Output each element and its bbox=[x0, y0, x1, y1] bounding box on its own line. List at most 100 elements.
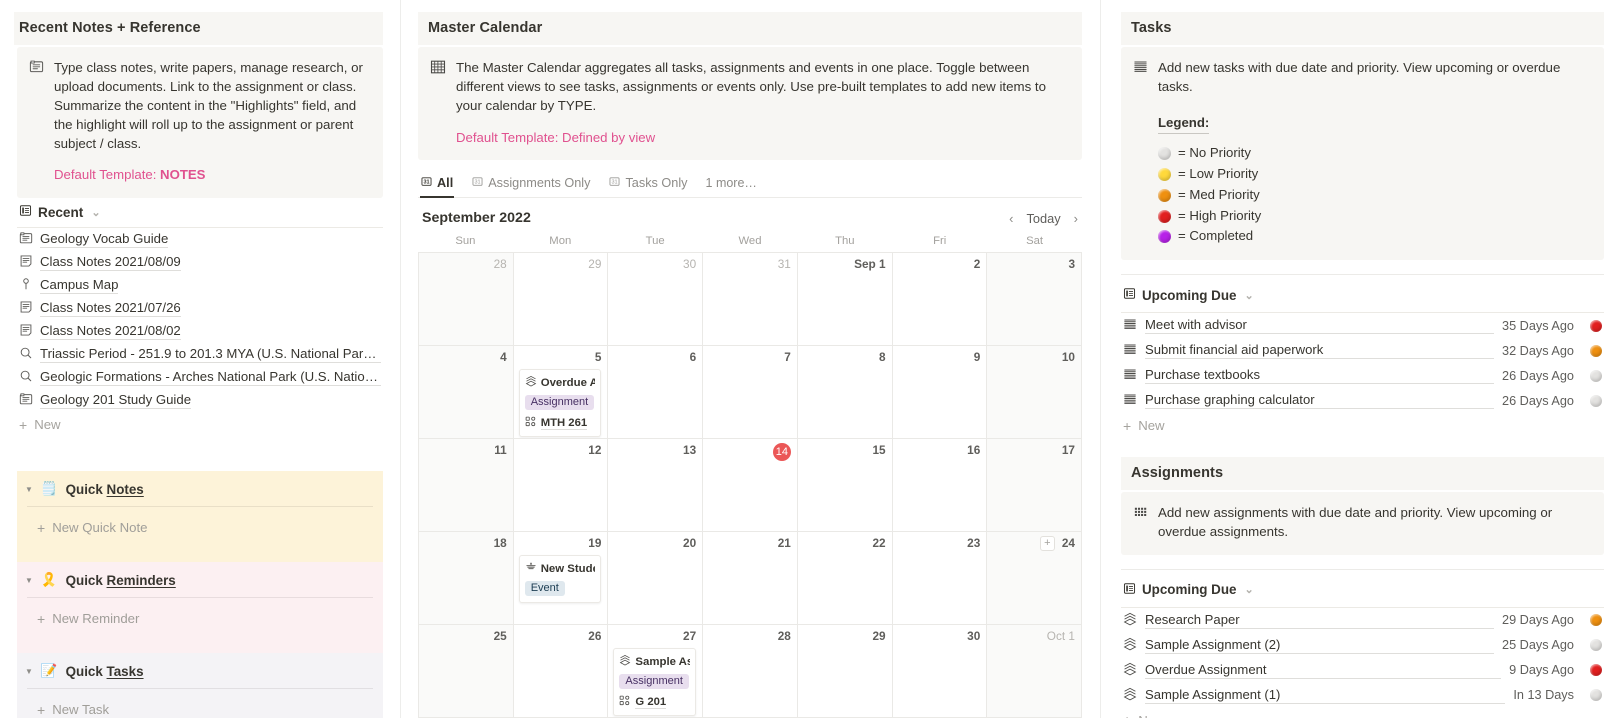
calendar-day-cell[interactable]: 30 bbox=[608, 253, 704, 347]
calendar-day-cell[interactable]: 5 Overdue As… Assignment MTH 261 bbox=[513, 346, 609, 440]
calendar-day-cell[interactable]: 29 bbox=[513, 253, 609, 347]
list-item[interactable]: Research Paper 29 Days Ago bbox=[1121, 608, 1604, 633]
caret-down-icon[interactable]: ▼ bbox=[25, 576, 33, 585]
notes-template-prefix: Default Template: bbox=[54, 167, 161, 183]
calendar-day-cell[interactable]: 2 bbox=[892, 253, 988, 347]
calendar-day-cell[interactable]: 7 bbox=[703, 346, 798, 440]
chevron-left-icon[interactable]: ‹ bbox=[1009, 211, 1013, 226]
chevron-right-icon[interactable]: › bbox=[1074, 211, 1078, 226]
day-number: Sep 1 bbox=[803, 257, 885, 274]
list-item[interactable]: Triassic Period - 251.9 to 201.3 MYA (U.… bbox=[17, 343, 383, 366]
day-number: 7 bbox=[708, 350, 791, 367]
list-item[interactable]: Overdue Assignment 9 Days Ago bbox=[1121, 658, 1604, 683]
calendar-day-cell[interactable]: 11 bbox=[419, 439, 514, 533]
calendar-day-cell[interactable]: 4 bbox=[419, 346, 514, 440]
notes-new-button[interactable]: + New bbox=[17, 412, 383, 437]
calendar-day-cell[interactable]: Oct 1 bbox=[987, 625, 1082, 718]
calendar-day-cell[interactable]: 20 bbox=[608, 532, 704, 626]
calendar-day-cell[interactable]: 18 bbox=[419, 532, 514, 626]
quick-block-label-name: Notes bbox=[106, 481, 144, 497]
calendar-day-cell[interactable]: 14 bbox=[703, 439, 798, 533]
calendar-day-cell[interactable]: 10 bbox=[987, 346, 1082, 440]
today-button[interactable]: Today bbox=[1027, 211, 1061, 226]
calendar-day-cell[interactable]: Sep 1 bbox=[797, 253, 893, 347]
event-relation[interactable]: G 201 bbox=[619, 695, 690, 709]
list-item[interactable]: Sample Assignment (1) In 13 Days bbox=[1121, 683, 1604, 708]
tasks-panel-title: Tasks bbox=[1121, 12, 1604, 45]
calendar-day-cell[interactable]: 13 bbox=[608, 439, 704, 533]
svg-text:31: 31 bbox=[423, 180, 429, 186]
chevron-down-icon[interactable]: ⌄ bbox=[1244, 289, 1253, 302]
tab-tasks-only[interactable]: 31 Tasks Only bbox=[608, 172, 688, 197]
caret-down-icon[interactable]: ▼ bbox=[25, 667, 33, 676]
calendar-day-cell[interactable]: 19 New Studen… Event bbox=[513, 532, 609, 626]
list-item[interactable]: Purchase graphing calculator 26 Days Ago bbox=[1121, 388, 1604, 413]
calendar-day-cell[interactable]: 23 bbox=[892, 532, 988, 626]
tab-all[interactable]: 31 All bbox=[420, 172, 455, 199]
day-name-sat: Sat bbox=[1026, 235, 1044, 248]
calendar-day-cell[interactable]: +24 bbox=[987, 532, 1082, 626]
list-item[interactable]: Geologic Formations - Arches National Pa… bbox=[17, 366, 383, 389]
tabs-more-button[interactable]: 1 more… bbox=[706, 176, 757, 197]
today-marker: 14 bbox=[772, 443, 791, 462]
assignments-view-selector[interactable]: Upcoming Due ⌄ bbox=[1121, 568, 1604, 607]
layers-icon bbox=[1123, 687, 1137, 704]
calendar-event-card[interactable]: New Studen… Event bbox=[518, 555, 602, 604]
list-item[interactable]: Meet with advisor 35 Days Ago bbox=[1121, 313, 1604, 338]
priority-dot bbox=[1590, 639, 1602, 652]
quick-new-button-reminders[interactable]: + New Reminder bbox=[35, 606, 373, 631]
quick-block-notes: ▼ 🗒️ Quick Notes + New Quick Note bbox=[17, 471, 383, 563]
recent-view-selector[interactable]: Recent ⌄ bbox=[17, 198, 383, 227]
tasks-new-button[interactable]: + New bbox=[1121, 413, 1604, 438]
list-item[interactable]: Class Notes 2021/07/26 bbox=[17, 297, 383, 320]
list-item[interactable]: Submit financial aid paperwork 32 Days Ag… bbox=[1121, 338, 1604, 363]
calendar-day-cell[interactable]: 28 bbox=[703, 625, 798, 718]
calendar-day-cell[interactable]: 8 bbox=[797, 346, 893, 440]
list-item[interactable]: Class Notes 2021/08/09 bbox=[17, 251, 383, 274]
calendar-day-cell[interactable]: 15 bbox=[797, 439, 893, 533]
quick-block-header-tasks[interactable]: ▼ 📝 Quick Tasks bbox=[17, 653, 383, 688]
quick-new-button-notes[interactable]: + New Quick Note bbox=[35, 515, 373, 540]
chevron-down-icon[interactable]: ⌄ bbox=[91, 206, 100, 219]
calendar-day-cell[interactable]: 26 bbox=[513, 625, 609, 718]
quick-block-header-notes[interactable]: ▼ 🗒️ Quick Notes bbox=[17, 471, 383, 506]
day-number-text: 16 bbox=[967, 443, 981, 458]
calendar-day-cell[interactable]: 3 bbox=[987, 253, 1082, 347]
list-item[interactable]: Geology Vocab Guide bbox=[17, 228, 383, 251]
quick-block-header-reminders[interactable]: ▼ 🎗️ Quick Reminders bbox=[17, 562, 383, 597]
tasks-view-selector[interactable]: Upcoming Due ⌄ bbox=[1121, 274, 1604, 312]
calendar-event-card[interactable]: Overdue As… Assignment MTH 261 bbox=[518, 369, 602, 438]
calendar-day-cell[interactable]: 12 bbox=[513, 439, 609, 533]
day-number: 14 bbox=[708, 443, 791, 462]
calendar-day-cell[interactable]: 16 bbox=[892, 439, 988, 533]
calendar-day-cell[interactable]: 30 bbox=[892, 625, 988, 718]
calendar-day-cell[interactable]: 6 bbox=[608, 346, 704, 440]
caret-down-icon[interactable]: ▼ bbox=[25, 485, 33, 494]
calendar-day-cell[interactable]: 27 Sample Assi… Assignment G 201 bbox=[608, 625, 704, 718]
list-item[interactable]: Purchase textbooks 26 Days Ago bbox=[1121, 363, 1604, 388]
add-item-button[interactable]: + bbox=[1039, 536, 1055, 552]
list-item[interactable]: Class Notes 2021/08/02 bbox=[17, 320, 383, 343]
assignments-new-button[interactable]: + New bbox=[1121, 708, 1604, 718]
calendar-day-cell[interactable]: 28 bbox=[419, 253, 514, 347]
day-number: 29 bbox=[519, 257, 601, 274]
quick-new-button-tasks[interactable]: + New Task bbox=[35, 697, 373, 718]
calendar-day-cell[interactable]: 31 bbox=[703, 253, 798, 347]
list-item[interactable]: Geology 201 Study Guide bbox=[17, 389, 383, 412]
legend-label: = Low Priority bbox=[1178, 166, 1259, 182]
event-relation[interactable]: MTH 261 bbox=[525, 416, 596, 430]
calendar-day-cell[interactable]: 9 bbox=[892, 346, 988, 440]
calendar-day-cell[interactable]: 21 bbox=[703, 532, 798, 626]
calendar-day-cell[interactable]: 22 bbox=[797, 532, 893, 626]
note-title: Geology Vocab Guide bbox=[40, 231, 169, 249]
tab-assignments-only[interactable]: 31 Assignments Only bbox=[471, 172, 591, 197]
calendar-day-cell[interactable]: 29 bbox=[797, 625, 893, 718]
calendar-event-card[interactable]: Sample Assi… Assignment G 201 bbox=[613, 648, 697, 717]
calendar-day-cell[interactable]: 25 bbox=[419, 625, 514, 718]
event-icon bbox=[525, 561, 537, 576]
list-item[interactable]: Sample Assignment (2) 25 Days Ago bbox=[1121, 633, 1604, 658]
list-item[interactable]: Campus Map bbox=[17, 274, 383, 297]
chevron-down-icon[interactable]: ⌄ bbox=[1244, 583, 1253, 596]
calendar-day-cell[interactable]: 17 bbox=[987, 439, 1082, 533]
note-card-icon bbox=[29, 59, 44, 185]
